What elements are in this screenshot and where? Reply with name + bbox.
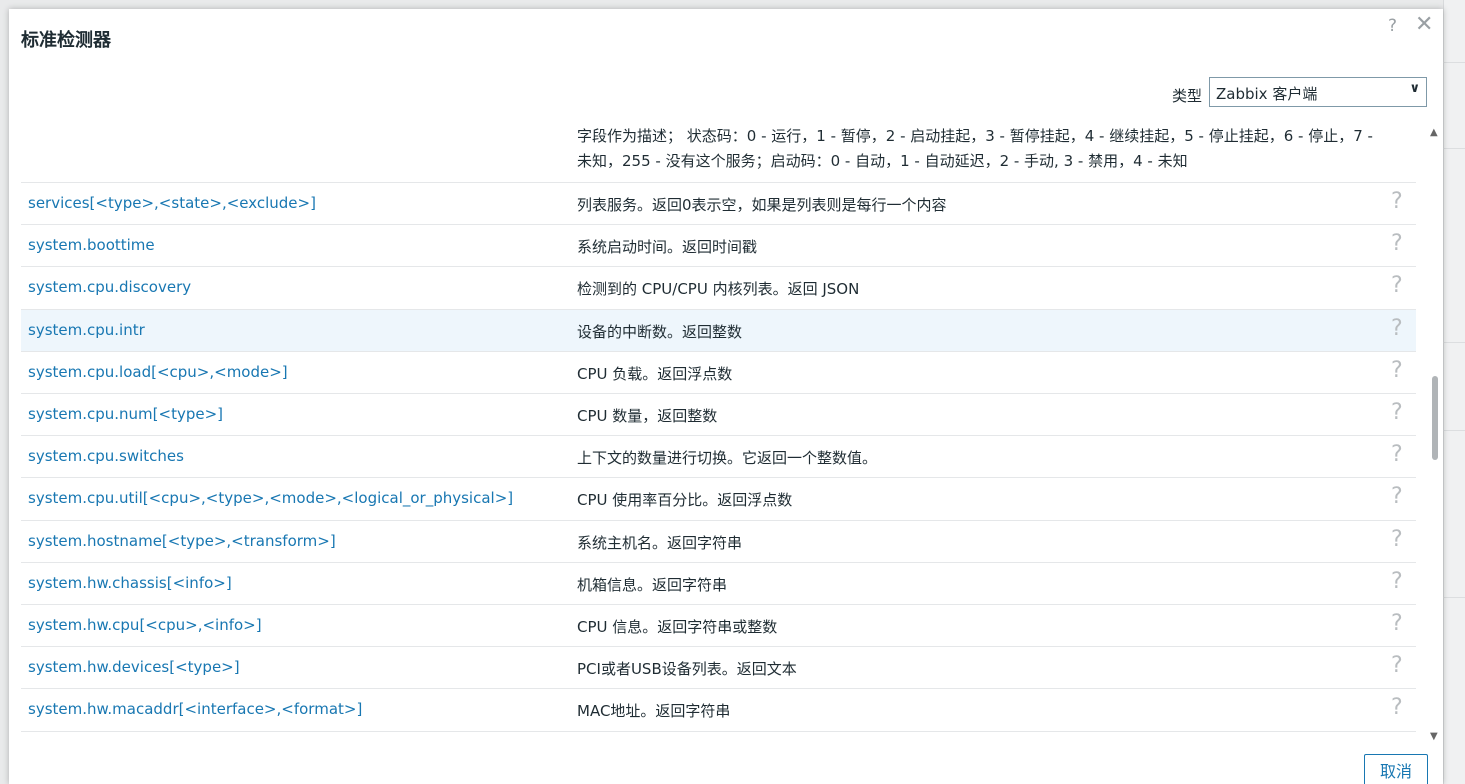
- partial-row-description: 字段作为描述； 状态码：0 - 运行，1 - 暂停，2 - 启动挂起，3 - 暂…: [577, 127, 1373, 170]
- background-divider: [1443, 62, 1465, 63]
- help-icon[interactable]: ?: [1391, 528, 1403, 552]
- item-key-link[interactable]: system.hw.chassis[<info>]: [28, 574, 232, 592]
- item-key-link[interactable]: system.cpu.util[<cpu>,<type>,<mode>,<log…: [28, 489, 513, 507]
- items-list: 字段作为描述； 状态码：0 - 运行，1 - 暂停，2 - 启动挂起，3 - 暂…: [21, 116, 1416, 746]
- item-key-link[interactable]: system.hw.devices[<type>]: [28, 658, 240, 676]
- item-key-link[interactable]: system.hw.macaddr[<interface>,<format>]: [28, 700, 362, 718]
- scroll-up-arrow-icon[interactable]: ▲: [1430, 127, 1438, 138]
- item-key-link[interactable]: services[<type>,<state>,<exclude>]: [28, 194, 316, 212]
- scrollbar-thumb[interactable]: [1432, 376, 1438, 460]
- scrollbar[interactable]: ▲ ▼: [1429, 127, 1441, 747]
- item-description: 设备的中断数。返回整数: [577, 323, 743, 341]
- item-key-link[interactable]: system.cpu.discovery: [28, 278, 191, 296]
- item-description: 系统启动时间。返回时间戳: [577, 238, 758, 256]
- help-icon[interactable]: ?: [1391, 612, 1403, 636]
- help-icon[interactable]: ?: [1391, 359, 1403, 383]
- type-label: 类型: [1172, 87, 1203, 105]
- help-icon[interactable]: ?: [1388, 16, 1397, 36]
- close-icon[interactable]: ✕: [1415, 14, 1433, 36]
- table-row[interactable]: system.hw.macaddr[<interface>,<format>] M…: [21, 688, 1416, 730]
- table-row[interactable]: system.hostname[<type>,<transform>] 系统主机名…: [21, 520, 1416, 562]
- help-icon[interactable]: ?: [1391, 232, 1403, 256]
- item-key-link[interactable]: system.cpu.num[<type>]: [28, 405, 223, 423]
- item-description: 系统主机名。返回字符串: [577, 534, 743, 552]
- table-row[interactable]: system.cpu.load[<cpu>,<mode>] CPU 负载。返回浮点…: [21, 351, 1416, 393]
- background-divider: [1443, 148, 1465, 149]
- item-key-link[interactable]: system.cpu.intr: [28, 321, 145, 339]
- table-row-partial: [21, 731, 1416, 746]
- item-key-link[interactable]: system.boottime: [28, 236, 155, 254]
- item-description: CPU 数量，返回整数: [577, 407, 718, 425]
- table-row[interactable]: system.hw.chassis[<info>] 机箱信息。返回字符串?: [21, 562, 1416, 604]
- help-icon[interactable]: ?: [1391, 570, 1403, 594]
- item-description: 机箱信息。返回字符串: [577, 576, 728, 594]
- item-key-link[interactable]: system.cpu.load[<cpu>,<mode>]: [28, 363, 288, 381]
- background-divider: [1443, 597, 1465, 598]
- help-icon[interactable]: ?: [1391, 401, 1403, 425]
- chevron-down-icon: ∨: [1409, 81, 1420, 96]
- item-description: CPU 信息。返回字符串或整数: [577, 618, 778, 636]
- item-description: MAC地址。返回字符串: [577, 702, 731, 720]
- type-select[interactable]: Zabbix 客户端 ∨: [1209, 77, 1427, 107]
- dialog-title: 标准检测器: [21, 30, 111, 51]
- standard-items-dialog: 标准检测器 ? ✕ 类型 Zabbix 客户端 ∨ 字段作为描述； 状态码：0 …: [9, 9, 1443, 784]
- item-description: PCI或者USB设备列表。返回文本: [577, 660, 797, 678]
- cancel-button[interactable]: 取消: [1364, 754, 1428, 784]
- table-row[interactable]: system.cpu.switches 上下文的数量进行切换。它返回一个整数值。?: [21, 435, 1416, 477]
- help-icon[interactable]: ?: [1391, 485, 1403, 509]
- background-divider: [1443, 430, 1465, 431]
- item-description: 列表服务。返回0表示空，如果是列表则是每行一个内容: [577, 196, 947, 214]
- item-description: CPU 负载。返回浮点数: [577, 365, 733, 383]
- help-icon[interactable]: ?: [1391, 696, 1403, 720]
- background-page: [1443, 0, 1465, 784]
- table-row[interactable]: system.hw.cpu[<cpu>,<info>] CPU 信息。返回字符串或…: [21, 604, 1416, 646]
- item-description: 检测到的 CPU/CPU 内核列表。返回 JSON: [577, 280, 860, 298]
- table-row[interactable]: system.hw.devices[<type>] PCI或者USB设备列表。返回…: [21, 646, 1416, 688]
- type-select-value: Zabbix 客户端: [1216, 85, 1318, 103]
- item-key-link[interactable]: system.cpu.switches: [28, 447, 184, 465]
- help-icon[interactable]: ?: [1391, 443, 1403, 467]
- help-icon[interactable]: ?: [1391, 654, 1403, 678]
- table-row[interactable]: system.boottime 系统启动时间。返回时间戳?: [21, 224, 1416, 266]
- table-row[interactable]: system.cpu.intr 设备的中断数。返回整数?: [21, 309, 1416, 351]
- help-icon[interactable]: ?: [1391, 317, 1403, 341]
- item-key-link[interactable]: system.hw.cpu[<cpu>,<info>]: [28, 616, 262, 634]
- table-row[interactable]: system.cpu.util[<cpu>,<type>,<mode>,<log…: [21, 477, 1416, 519]
- item-key-link[interactable]: system.hostname[<type>,<transform>]: [28, 532, 336, 550]
- background-divider: [1443, 342, 1465, 343]
- table-row[interactable]: system.cpu.discovery 检测到的 CPU/CPU 内核列表。返回…: [21, 266, 1416, 308]
- table-row[interactable]: system.cpu.num[<type>] CPU 数量，返回整数?: [21, 393, 1416, 435]
- help-icon[interactable]: ?: [1391, 190, 1403, 214]
- item-description: CPU 使用率百分比。返回浮点数: [577, 491, 793, 509]
- item-description: 上下文的数量进行切换。它返回一个整数值。: [577, 449, 878, 467]
- help-icon[interactable]: ?: [1391, 274, 1403, 298]
- table-row[interactable]: services[<type>,<state>,<exclude>] 列表服务。返…: [21, 182, 1416, 224]
- scroll-down-arrow-icon[interactable]: ▼: [1430, 731, 1438, 742]
